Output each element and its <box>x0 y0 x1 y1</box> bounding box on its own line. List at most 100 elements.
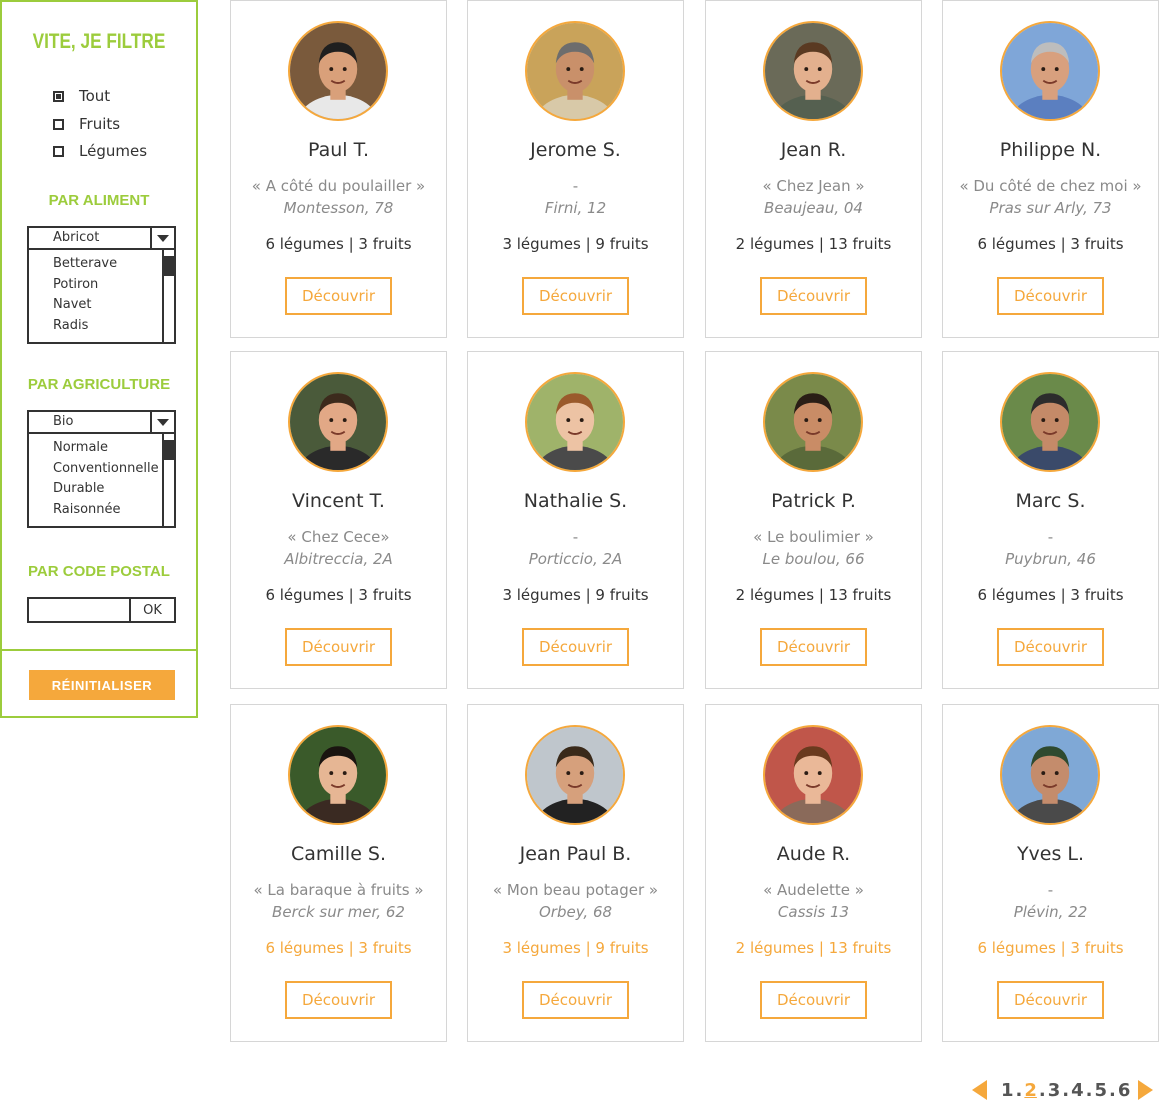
farmer-quote: - <box>1047 528 1054 546</box>
farmer-card: Vincent T. « Chez Cece» Albitreccia, 2A … <box>230 351 447 689</box>
agriculture-scrollbar[interactable] <box>162 434 174 526</box>
farmer-location: Pras sur Arly, 73 <box>989 199 1112 217</box>
pagination: 1.2.3.4.5.6 <box>972 1077 1154 1101</box>
farmer-product-counts: 3 légumes | 9 fruits <box>502 235 649 253</box>
farmer-card: Marc S. - Puybrun, 46 6 légumes | 3 frui… <box>942 351 1159 689</box>
page-separator: . <box>1109 1079 1116 1101</box>
page-number-link[interactable]: 4 <box>1071 1080 1084 1101</box>
dropdown-arrow-icon[interactable] <box>150 412 174 432</box>
farmer-avatar <box>763 372 863 472</box>
discover-button[interactable]: Découvrir <box>285 628 392 666</box>
farmer-location: Plévin, 22 <box>1013 903 1088 921</box>
agriculture-option[interactable]: Durable <box>53 479 159 500</box>
discover-button[interactable]: Découvrir <box>285 277 392 315</box>
discover-button[interactable]: Découvrir <box>760 277 867 315</box>
farmer-avatar <box>1000 21 1100 121</box>
page-number-link[interactable]: 3 <box>1048 1080 1061 1101</box>
farmer-name: Paul T. <box>308 139 369 161</box>
discover-button[interactable]: Découvrir <box>760 628 867 666</box>
discover-button[interactable]: Découvrir <box>997 981 1104 1019</box>
page-separator: . <box>1062 1079 1070 1101</box>
page-number-link[interactable]: 2 <box>1024 1080 1037 1101</box>
reset-button[interactable]: RÉINITIALISER <box>29 670 175 700</box>
farmer-name: Aude R. <box>776 843 851 865</box>
page-number-link[interactable]: 1 <box>1001 1080 1014 1101</box>
agriculture-option[interactable]: Raisonnée <box>53 500 159 521</box>
farmer-quote: - <box>572 177 579 195</box>
page-number-link[interactable]: 6 <box>1118 1080 1131 1101</box>
farmer-location: Berck sur mer, 62 <box>272 903 405 921</box>
farmer-avatar <box>288 21 388 121</box>
farmer-location: Orbey, 68 <box>538 903 613 921</box>
postal-ok-button[interactable]: OK <box>131 599 174 621</box>
farmer-product-counts: 6 légumes | 3 fruits <box>265 939 412 957</box>
farmer-location: Beaujeau, 04 <box>764 199 863 217</box>
farmer-product-counts: 3 légumes | 9 fruits <box>502 939 649 957</box>
farmer-location: Montesson, 78 <box>283 199 394 217</box>
farmer-location: Le boulou, 66 <box>762 550 865 568</box>
farmer-quote: « Mon beau potager » <box>492 881 659 899</box>
farmer-avatar <box>525 372 625 472</box>
farmer-product-counts: 6 légumes | 3 fruits <box>977 939 1124 957</box>
discover-button[interactable]: Découvrir <box>285 981 392 1019</box>
postal-code-input[interactable] <box>29 599 131 621</box>
farmer-product-counts: 2 légumes | 13 fruits <box>735 586 892 604</box>
farmer-name: Jean R. <box>780 139 847 161</box>
farmer-avatar <box>763 725 863 825</box>
scrollbar-thumb[interactable] <box>164 440 174 460</box>
farmer-product-counts: 6 légumes | 3 fruits <box>977 235 1124 253</box>
checkbox-checked-icon[interactable] <box>53 90 64 102</box>
farmer-avatar <box>763 21 863 121</box>
farmer-avatar <box>288 725 388 825</box>
farmer-quote: « Chez Cece» <box>287 528 390 546</box>
aliment-select[interactable]: Abricot Betterave Potiron Navet Radis <box>27 226 176 344</box>
farmer-name: Yves L. <box>1016 843 1085 865</box>
farmer-name: Jean Paul B. <box>519 843 632 865</box>
farmer-quote: « Audelette » <box>763 881 864 899</box>
page-number-link[interactable]: 5 <box>1095 1080 1108 1101</box>
filter-option-label: Fruits <box>79 115 121 133</box>
page-separator: . <box>1015 1079 1023 1101</box>
discover-button[interactable]: Découvrir <box>760 981 867 1019</box>
farmer-location: Cassis 13 <box>777 903 850 921</box>
farmer-name: Patrick P. <box>771 490 856 512</box>
farmer-card: Jean R. « Chez Jean » Beaujeau, 04 2 lég… <box>705 0 922 338</box>
discover-button[interactable]: Découvrir <box>997 277 1104 315</box>
aliment-options-list[interactable]: Betterave Potiron Navet Radis <box>29 250 174 342</box>
farmer-quote: - <box>572 528 579 546</box>
aliment-option[interactable]: Betterave <box>53 254 117 275</box>
discover-button[interactable]: Découvrir <box>522 981 629 1019</box>
checkbox-icon[interactable] <box>53 145 64 157</box>
filter-option-legumes[interactable]: Légumes <box>53 141 147 161</box>
agriculture-select[interactable]: Bio Normale Conventionnelle Durable Rais… <box>27 410 176 528</box>
farmer-card: Yves L. - Plévin, 22 6 légumes | 3 fruit… <box>942 704 1159 1042</box>
aliment-scrollbar[interactable] <box>162 250 174 342</box>
agriculture-options-list[interactable]: Normale Conventionnelle Durable Raisonné… <box>29 434 174 526</box>
aliment-option[interactable]: Potiron <box>53 275 117 296</box>
farmer-location: Albitreccia, 2A <box>284 550 393 568</box>
farmer-quote: « Le boulimier » <box>753 528 874 546</box>
farmer-avatar <box>525 725 625 825</box>
aliment-option[interactable]: Navet <box>53 295 117 316</box>
scrollbar-thumb[interactable] <box>164 256 174 276</box>
postal-code-form: OK <box>27 597 176 623</box>
farmer-name: Jerome S. <box>530 139 621 161</box>
discover-button[interactable]: Découvrir <box>997 628 1104 666</box>
prev-page-arrow-icon[interactable] <box>972 1080 987 1100</box>
agriculture-selected-value[interactable]: Bio <box>29 412 150 432</box>
sidebar-title: VITE, JE FILTRE <box>32 30 166 53</box>
discover-button[interactable]: Découvrir <box>522 628 629 666</box>
aliment-option[interactable]: Radis <box>53 316 117 337</box>
discover-button[interactable]: Découvrir <box>522 277 629 315</box>
next-page-arrow-icon[interactable] <box>1138 1080 1154 1100</box>
agriculture-option[interactable]: Conventionnelle <box>53 459 159 480</box>
aliment-selected-value[interactable]: Abricot <box>29 228 150 248</box>
agriculture-option[interactable]: Normale <box>53 438 159 459</box>
farmer-name: Philippe N. <box>999 139 1102 161</box>
filter-option-tout[interactable]: Tout <box>53 86 110 106</box>
dropdown-arrow-icon[interactable] <box>150 228 174 248</box>
farmer-name: Marc S. <box>1015 490 1086 512</box>
farmer-card: Jean Paul B. « Mon beau potager » Orbey,… <box>467 704 684 1042</box>
checkbox-icon[interactable] <box>53 118 64 130</box>
filter-option-fruits[interactable]: Fruits <box>53 114 120 134</box>
